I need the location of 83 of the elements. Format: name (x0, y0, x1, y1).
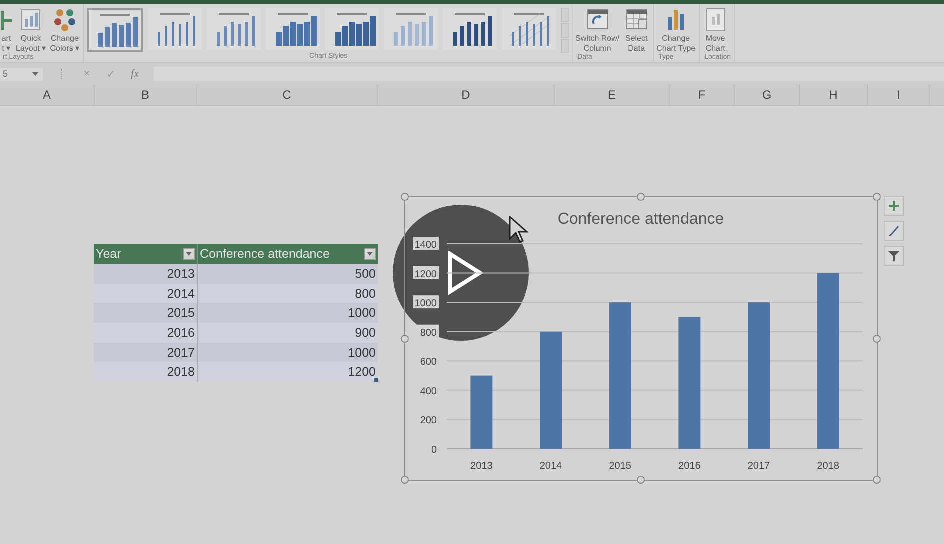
dropdown-icon (32, 72, 39, 76)
y-axis-label: 800 (420, 328, 437, 339)
y-axis-label: 1000 (414, 298, 437, 310)
y-axis-label: 600 (420, 357, 437, 368)
insert-function-button[interactable]: fx (126, 68, 144, 80)
x-axis-label: 2016 (678, 461, 701, 472)
ribbon-button[interactable]: Switch Row/ Column (576, 4, 620, 54)
chart-elements-button[interactable] (884, 196, 904, 216)
grip-icon (61, 69, 64, 79)
y-axis-label: 0 (431, 445, 437, 456)
chart-style-thumbnail[interactable] (384, 8, 438, 50)
table-cell: 2014 (94, 284, 197, 304)
ribbon-button[interactable]: Quick Layout ▾ (16, 4, 46, 54)
y-axis-label: 400 (420, 386, 437, 398)
table-cell: 800 (197, 284, 378, 304)
column-header[interactable]: A (0, 85, 95, 105)
chart-styles-button[interactable] (884, 221, 904, 241)
column-header[interactable]: B (95, 85, 197, 105)
table-cell: 1000 (197, 342, 378, 362)
chart-area[interactable]: Conference attendance 0 200 400 600 800 1000 1200 1400 2013 2014 2015 2016 2017 2018 (404, 196, 878, 481)
palette-icon (52, 7, 78, 33)
x-axis-label: 2013 (470, 461, 493, 472)
x-axis-label: 2017 (748, 461, 770, 472)
chart-style-thumbnail[interactable] (266, 8, 320, 50)
x-axis-label: 2018 (817, 461, 840, 472)
y-axis-label: 1400 (414, 240, 437, 251)
x-axis-label: 2014 (540, 461, 562, 472)
filter-icon (888, 250, 900, 262)
bar[interactable] (470, 376, 493, 449)
table-cell: 2018 (94, 362, 197, 382)
chart-style-thumbnail[interactable] (86, 8, 143, 52)
chart-style-thumbnail[interactable] (206, 8, 261, 50)
resize-handle[interactable] (873, 476, 881, 484)
column-header[interactable]: H (800, 85, 868, 105)
resize-handle[interactable] (401, 193, 409, 201)
header-cell: Year (94, 244, 197, 264)
resize-handle[interactable] (401, 334, 409, 342)
bar[interactable] (609, 302, 632, 449)
resize-handle[interactable] (637, 193, 645, 201)
x-axis-label: 2015 (609, 461, 632, 472)
ribbon-button[interactable]: art t ▾ (1, 4, 12, 54)
chart-style-thumbnail[interactable] (502, 8, 556, 50)
y-axis-label: 200 (420, 416, 437, 427)
play-icon (447, 251, 483, 295)
chart-title: Conference attendance (558, 211, 724, 228)
resize-handle[interactable] (637, 476, 645, 484)
table-cell: 1200 (197, 362, 378, 382)
chart-filters-button[interactable] (884, 246, 904, 266)
header-cell: Conference attendance (197, 244, 378, 264)
column-header[interactable]: G (735, 85, 800, 105)
ribbon-button[interactable]: Change Chart Type (656, 4, 696, 54)
cell-reference: 5 (3, 69, 8, 79)
resize-handle-icon (374, 378, 378, 382)
chart-style-thumbnail[interactable] (324, 8, 379, 50)
filter-dropdown-button[interactable] (364, 248, 376, 260)
bar[interactable] (817, 273, 840, 449)
plus-icon (1, 11, 12, 30)
brush-icon (888, 225, 900, 237)
mouse-pointer-icon (509, 216, 531, 246)
chart-style-thumbnail[interactable] (442, 8, 497, 50)
ribbon-button[interactable]: Move Chart (702, 4, 729, 54)
table-cell: 1000 (197, 303, 378, 324)
ribbon-button[interactable]: Select Data (624, 4, 650, 54)
plus-icon (888, 200, 900, 212)
ribbon-button[interactable]: Change Colors ▾ (50, 4, 80, 54)
resize-handle[interactable] (401, 476, 409, 484)
table-cell: 500 (197, 264, 378, 284)
table-cell: 2016 (94, 323, 197, 343)
table-cell: 900 (197, 323, 378, 343)
column-header[interactable]: C (197, 85, 378, 105)
name-box[interactable]: 5 (0, 68, 43, 80)
y-axis-label: 1200 (414, 269, 437, 280)
dropdown-icon (186, 252, 192, 256)
resize-handle[interactable] (873, 334, 881, 342)
column-header[interactable]: I (868, 85, 930, 105)
chart-style-thumbnail[interactable] (148, 8, 202, 50)
resize-handle[interactable] (873, 193, 881, 201)
filter-dropdown-button[interactable] (183, 248, 195, 260)
dropdown-icon (367, 252, 373, 256)
column-header[interactable]: F (670, 85, 735, 105)
bar[interactable] (678, 317, 701, 449)
column-header[interactable]: E (555, 85, 670, 105)
column-header[interactable]: D (378, 85, 555, 105)
